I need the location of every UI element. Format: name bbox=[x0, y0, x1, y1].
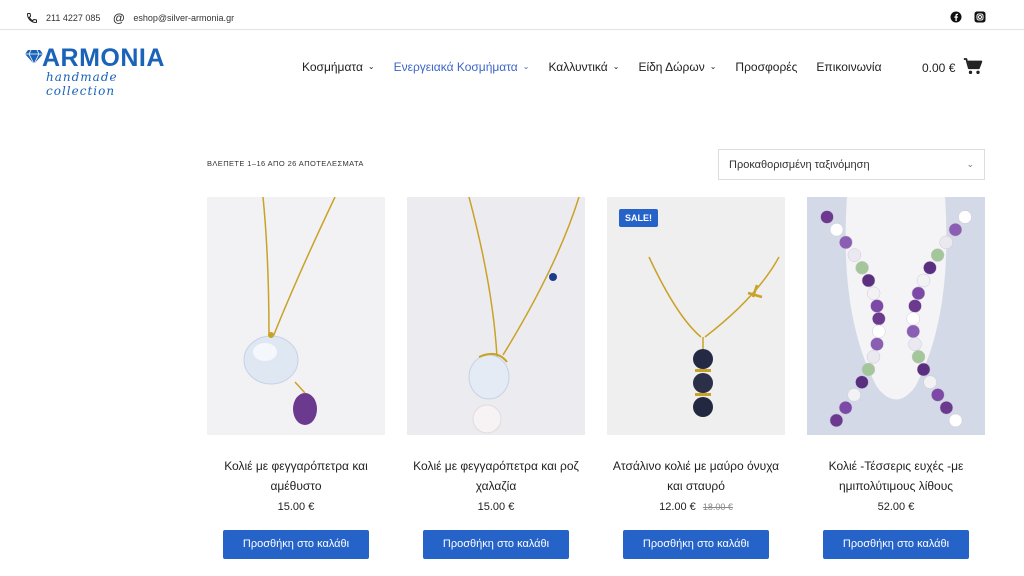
product-title[interactable]: Κολιέ με φεγγαρόπετρα και αμέθυστο bbox=[207, 456, 385, 496]
facebook-icon[interactable] bbox=[950, 11, 962, 23]
product-card: SALE! Ατσάλινο κολιέ με μαύρο όνυχα και … bbox=[607, 197, 785, 559]
bead bbox=[908, 337, 922, 351]
chevron-down-icon: ⌄ bbox=[966, 159, 974, 169]
bead bbox=[839, 235, 853, 250]
product-image[interactable] bbox=[807, 197, 985, 435]
bead bbox=[855, 375, 869, 389]
nav-item-label: Καλλυντικά bbox=[548, 60, 608, 74]
chevron-down-icon: ⌄ bbox=[522, 61, 530, 71]
add-to-cart-button[interactable]: Προσθήκη στο καλάθι bbox=[823, 530, 969, 559]
chevron-down-icon: ⌄ bbox=[612, 61, 620, 71]
bead bbox=[948, 413, 963, 428]
bead bbox=[847, 388, 861, 402]
diamond-logo-icon bbox=[25, 49, 43, 65]
product-title[interactable]: Ατσάλινο κολιέ με μαύρο όνυχα και σταυρό bbox=[607, 456, 785, 496]
bead bbox=[872, 311, 886, 326]
cart-total: 0.00 € bbox=[922, 61, 956, 75]
bead bbox=[870, 299, 884, 313]
product-image[interactable]: SALE! bbox=[607, 197, 785, 435]
nav-item-label: Επικοινωνία bbox=[816, 60, 882, 74]
bead bbox=[866, 286, 881, 301]
instagram-icon[interactable] bbox=[974, 11, 986, 23]
bead bbox=[948, 222, 963, 237]
price-current: 15.00 € bbox=[277, 501, 315, 513]
contact-info: 211 4227 085 @ eshop@silver-armonia.gr bbox=[25, 10, 246, 25]
product-price: 15.00 € bbox=[407, 501, 585, 513]
bead bbox=[939, 235, 953, 250]
bead bbox=[930, 248, 945, 262]
product-price: 15.00 € bbox=[207, 501, 385, 513]
nav-item-label: Κοσμήματα bbox=[302, 60, 363, 74]
nav-item-cosmetics[interactable]: Καλλυντικά ⌄ bbox=[548, 60, 619, 74]
bead bbox=[911, 350, 926, 364]
phone-icon bbox=[25, 11, 38, 24]
sale-badge: SALE! bbox=[619, 209, 658, 227]
sort-select[interactable]: Προκαθορισμένη ταξινόμηση ⌄ bbox=[718, 149, 985, 180]
bead bbox=[916, 362, 931, 377]
nav-item-label: Είδη Δώρων bbox=[638, 60, 705, 74]
bead bbox=[931, 388, 945, 402]
phone-number[interactable]: 211 4227 085 bbox=[46, 13, 100, 23]
product-price: 12.00 € 18.00 € bbox=[607, 501, 785, 513]
product-card: Κολιέ με φεγγαρόπετρα και αμέθυστο 15.00… bbox=[207, 197, 385, 559]
bead bbox=[861, 362, 876, 377]
nav-item-gifts[interactable]: Είδη Δώρων ⌄ bbox=[638, 60, 716, 74]
price-current: 15.00 € bbox=[477, 501, 515, 513]
add-to-cart-button[interactable]: Προσθήκη στο καλάθι bbox=[623, 530, 769, 559]
product-card: Κολιέ με φεγγαρόπετρα και ροζ χαλαζία 15… bbox=[407, 197, 585, 559]
bead bbox=[870, 337, 884, 351]
product-price: 52.00 € bbox=[807, 501, 985, 513]
product-title[interactable]: Κολιέ -Τέσσερις ευχές -με ημιπολύτιμους … bbox=[807, 456, 985, 496]
nav-item-contact[interactable]: Επικοινωνία bbox=[816, 60, 881, 74]
bead bbox=[906, 311, 920, 326]
chevron-down-icon: ⌄ bbox=[367, 61, 375, 71]
bead bbox=[958, 210, 972, 224]
cart-icon bbox=[963, 58, 983, 78]
chevron-down-icon: ⌄ bbox=[709, 61, 717, 71]
price-current: 52.00 € bbox=[877, 501, 915, 513]
nav-item-offers[interactable]: Προσφορές bbox=[735, 60, 797, 74]
bead bbox=[911, 286, 926, 301]
result-count: ΒΛΕΠΕΤΕ 1–16 ΑΠΟ 26 ΑΠΟΤΕΛΕΣΜΑΤΑ bbox=[207, 159, 364, 168]
add-to-cart-button[interactable]: Προσθήκη στο καλάθι bbox=[223, 530, 369, 559]
bead bbox=[847, 248, 862, 262]
email-address[interactable]: eshop@silver-armonia.gr bbox=[133, 13, 234, 23]
nav-item-energy-jewelry[interactable]: Ενεργειακά Κοσμήματα ⌄ bbox=[394, 60, 530, 74]
bead bbox=[866, 350, 881, 364]
logo-brand: ARMONIA bbox=[42, 44, 165, 72]
at-icon: @ bbox=[113, 10, 125, 25]
site-logo[interactable]: ARMONIA handmade collection bbox=[24, 44, 184, 98]
bead bbox=[838, 400, 853, 415]
nav-item-label: Ενεργειακά Κοσμήματα bbox=[393, 60, 518, 74]
bead bbox=[923, 261, 937, 275]
bead bbox=[906, 324, 920, 339]
nav-item-jewelry[interactable]: Κοσμήματα ⌄ bbox=[302, 60, 375, 74]
main-nav: Κοσμήματα ⌄ Ενεργειακά Κοσμήματα ⌄ Καλλυ… bbox=[302, 60, 901, 74]
nav-item-label: Προσφορές bbox=[735, 60, 798, 74]
price-old: 18.00 € bbox=[702, 502, 733, 512]
product-image[interactable] bbox=[407, 197, 585, 435]
add-to-cart-button[interactable]: Προσθήκη στο καλάθι bbox=[423, 530, 569, 559]
product-title[interactable]: Κολιέ με φεγγαρόπετρα και ροζ χαλαζία bbox=[407, 456, 585, 496]
product-card: Κολιέ -Τέσσερις ευχές -με ημιπολύτιμους … bbox=[807, 197, 985, 559]
product-image[interactable] bbox=[207, 197, 385, 435]
logo-tagline: handmade collection bbox=[46, 70, 118, 98]
bead bbox=[829, 222, 844, 237]
bead bbox=[939, 400, 954, 415]
bead bbox=[916, 273, 931, 288]
top-bar: 211 4227 085 @ eshop@silver-armonia.gr bbox=[0, 6, 1024, 30]
cart-link[interactable]: 0.00 € bbox=[922, 58, 983, 78]
price-current: 12.00 € bbox=[659, 501, 696, 513]
sort-selected-value: Προκαθορισμένη ταξινόμηση bbox=[729, 158, 870, 171]
bead bbox=[820, 210, 834, 224]
bead bbox=[861, 273, 876, 288]
bead bbox=[872, 324, 886, 339]
bead bbox=[923, 375, 937, 389]
bead bbox=[829, 413, 844, 428]
bead bbox=[855, 261, 869, 275]
social-links bbox=[950, 11, 986, 23]
bead bbox=[908, 299, 922, 313]
